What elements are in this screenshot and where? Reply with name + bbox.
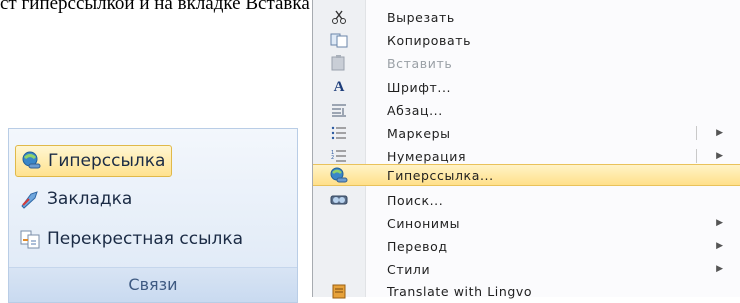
- menu-item-font[interactable]: A Шрифт...: [313, 76, 740, 98]
- hyperlink-icon: [313, 167, 365, 183]
- hyperlink-button-label: Гиперссылка: [48, 151, 166, 171]
- menu-item-translate[interactable]: Перевод ▶: [313, 235, 740, 257]
- hyperlink-button[interactable]: Гиперссылка: [15, 145, 173, 177]
- split-separator: [696, 126, 697, 140]
- bookmark-button-label: Закладка: [47, 189, 133, 209]
- submenu-arrow-icon: ▶: [716, 264, 723, 274]
- menu-item-hyperlink[interactable]: Гиперссылка...: [313, 164, 740, 186]
- menu-item-styles[interactable]: Стили ▶: [313, 258, 740, 280]
- ribbon-group-links: Гиперссылка Закладка Перекрестная ссылка…: [8, 128, 298, 303]
- menu-item-paste[interactable]: Вставить: [313, 52, 740, 74]
- cross-reference-button[interactable]: Перекрестная ссылка: [15, 223, 249, 255]
- submenu-arrow-icon: ▶: [716, 218, 723, 228]
- search-icon: [313, 193, 365, 207]
- cross-reference-icon: [19, 228, 41, 250]
- cross-reference-button-label: Перекрестная ссылка: [47, 229, 244, 249]
- submenu-arrow-icon: ▶: [716, 241, 723, 251]
- svg-text:2: 2: [331, 155, 334, 161]
- submenu-arrow-icon[interactable]: ▶: [716, 151, 723, 161]
- menu-item-search[interactable]: Поиск...: [313, 189, 740, 211]
- paragraph-icon: [313, 103, 365, 117]
- bookmark-icon: [19, 188, 41, 210]
- scissors-icon: [313, 9, 365, 25]
- menu-item-copy[interactable]: Копировать: [313, 29, 740, 51]
- split-separator: [696, 149, 697, 163]
- context-menu: Вырезать Копировать Вставить A Шрифт... …: [312, 0, 740, 299]
- paste-icon: [313, 55, 365, 71]
- hyperlink-icon: [20, 150, 42, 172]
- copy-icon: [313, 32, 365, 48]
- menu-item-cut[interactable]: Вырезать: [313, 6, 740, 28]
- menu-item-bullets[interactable]: Маркеры ▶: [313, 122, 740, 144]
- numbering-icon: 12: [313, 149, 365, 163]
- bullets-icon: [313, 126, 365, 140]
- menu-item-translate-with-lingvo[interactable]: Translate with Lingvo: [313, 280, 740, 302]
- menu-item-synonyms[interactable]: Синонимы ▶: [313, 212, 740, 234]
- submenu-arrow-icon[interactable]: ▶: [716, 128, 723, 138]
- font-icon: A: [333, 78, 345, 95]
- bookmark-button[interactable]: Закладка: [15, 183, 138, 215]
- menu-item-paragraph[interactable]: Абзац...: [313, 99, 740, 121]
